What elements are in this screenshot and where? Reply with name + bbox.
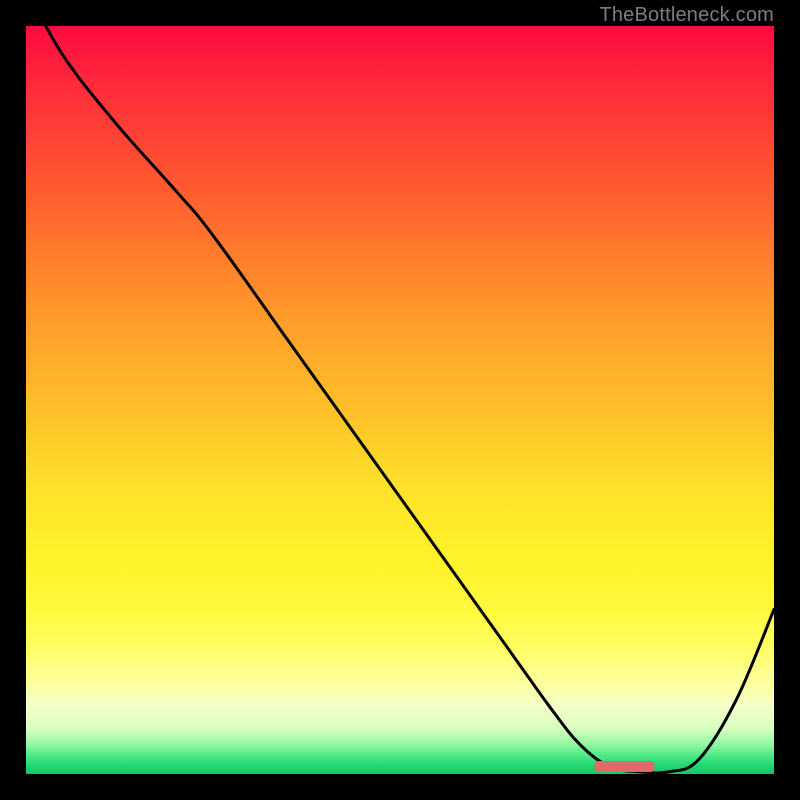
optimum-marker [594,761,654,772]
watermark-text: TheBottleneck.com [599,4,774,27]
chart-svg [26,26,774,774]
bottleneck-curve [26,26,774,773]
plot-area [26,26,774,774]
chart-container: TheBottleneck.com [0,0,800,800]
